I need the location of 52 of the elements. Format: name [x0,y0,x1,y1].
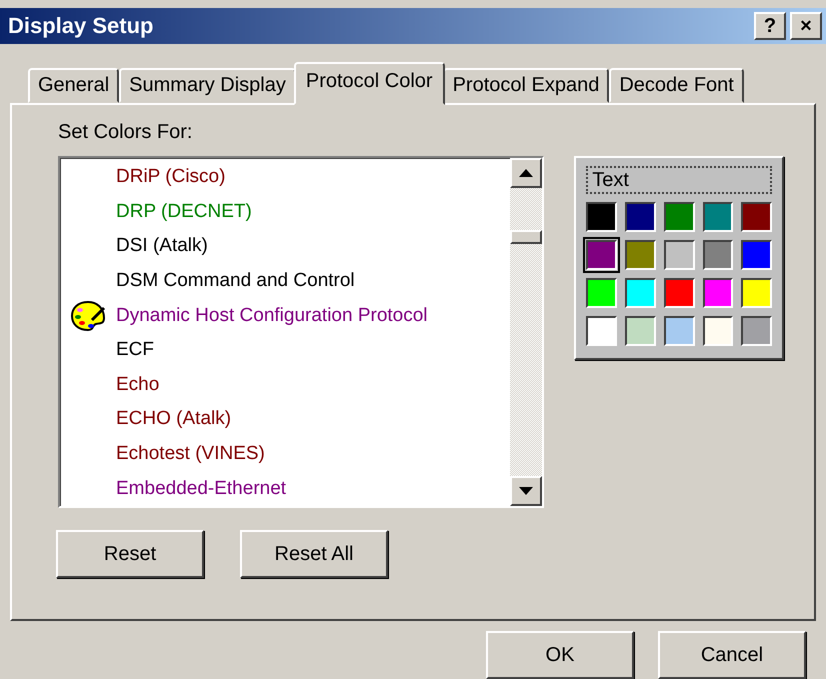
color-swatch[interactable] [741,240,772,270]
tab[interactable]: Summary Display [119,68,296,103]
color-swatch[interactable] [664,278,694,308]
protocol-item[interactable]: ECHO (Atalk) [116,408,232,430]
color-swatch[interactable] [625,278,656,308]
protocol-item[interactable]: DRP (DECNET) [116,200,252,223]
reset-all-button[interactable]: Reset All [240,530,388,578]
color-swatch[interactable] [586,202,618,232]
protocol-item[interactable]: Echotest (VINES) [116,443,265,466]
scrollbar[interactable] [510,158,542,506]
color-swatch[interactable] [586,278,618,308]
color-swatch[interactable] [625,240,656,270]
ok-button[interactable]: OK [486,631,634,679]
color-swatch[interactable] [664,316,694,346]
protocol-item[interactable]: DSM Command and Control [116,270,355,292]
palette-label[interactable]: Text [586,166,772,194]
protocol-item[interactable]: Echo [116,374,160,396]
color-swatch[interactable] [664,202,694,232]
protocol-item[interactable]: Embedded-Ethernet [116,478,286,500]
color-swatch[interactable] [741,278,772,308]
close-button[interactable]: × [790,12,822,40]
window-title: Display Setup [8,13,154,39]
tab[interactable]: Protocol Color [294,62,445,105]
protocol-item[interactable]: DSI (Atalk) [116,235,208,258]
color-swatch[interactable] [586,240,618,270]
color-swatch[interactable] [664,240,694,270]
color-swatch[interactable] [702,240,734,270]
scroll-up-button[interactable] [510,158,542,188]
tab[interactable]: General [28,68,120,103]
list-label: Set Colors For: [58,121,194,144]
up-arrow-icon [519,169,534,177]
color-swatch[interactable] [702,202,734,232]
palette-icon [70,300,106,332]
help-button[interactable]: ? [754,12,786,40]
color-swatch[interactable] [625,316,656,346]
scroll-thumb[interactable] [510,230,542,244]
protocol-item[interactable]: DRiP (Cisco) [116,166,226,188]
color-swatch[interactable] [741,316,772,346]
protocol-item[interactable]: Dynamic Host Configuration Protocol [116,304,428,327]
tab[interactable]: Protocol Expand [442,68,610,103]
color-swatch[interactable] [625,202,656,232]
color-swatch[interactable] [702,316,734,346]
color-swatch[interactable] [702,278,734,308]
down-arrow-icon [519,487,534,495]
cancel-button[interactable]: Cancel [658,631,806,679]
protocol-list[interactable]: DRiP (Cisco) DRP (DECNET) DSI (Atalk) DSM Command and Control Dynamic Host Configuration Protocol ECF Echo ECHO (Atalk) Echotest (VINES) Embedded-Ethernet [58,156,544,508]
color-swatch[interactable] [741,202,772,232]
reset-button[interactable]: Reset [56,530,204,578]
scroll-down-button[interactable] [510,476,542,506]
color-swatch[interactable] [586,316,618,346]
protocol-item[interactable]: ECF [116,339,154,362]
tab[interactable]: Decode Font [609,68,744,103]
